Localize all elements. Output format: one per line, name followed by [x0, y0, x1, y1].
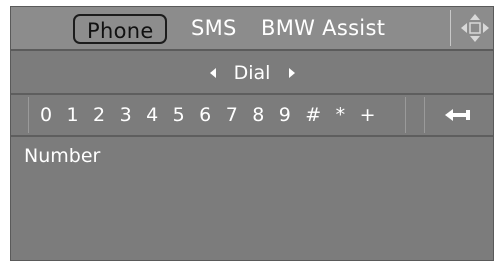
tab-phone[interactable]: Phone: [73, 14, 167, 44]
dial-menu-row[interactable]: Dial: [11, 53, 493, 95]
dial-label: Dial: [233, 62, 271, 84]
number-label: Number: [24, 145, 101, 167]
tab-bar-divider: [450, 10, 451, 46]
backspace-arrow-icon: [445, 109, 470, 121]
tab-bar: Phone SMS BMW Assist: [11, 7, 493, 51]
backspace-button[interactable]: [425, 95, 493, 135]
tab-sms[interactable]: SMS: [191, 7, 237, 49]
keypad-row: 0 1 2 3 4 5 6 7 8 9 # * +: [11, 95, 493, 137]
keypad-divider: [405, 97, 406, 133]
tab-bmw-assist[interactable]: BMW Assist: [261, 7, 385, 49]
directional-pad-icon[interactable]: [458, 11, 492, 45]
idrive-screen: Phone SMS BMW Assist Dial 0 1 2 3 4 5 6 …: [10, 6, 494, 261]
keypad-digits[interactable]: 0 1 2 3 4 5 6 7 8 9 # * +: [40, 95, 380, 135]
keypad-left-cell: [11, 97, 29, 133]
arrow-right-icon: [289, 68, 295, 78]
